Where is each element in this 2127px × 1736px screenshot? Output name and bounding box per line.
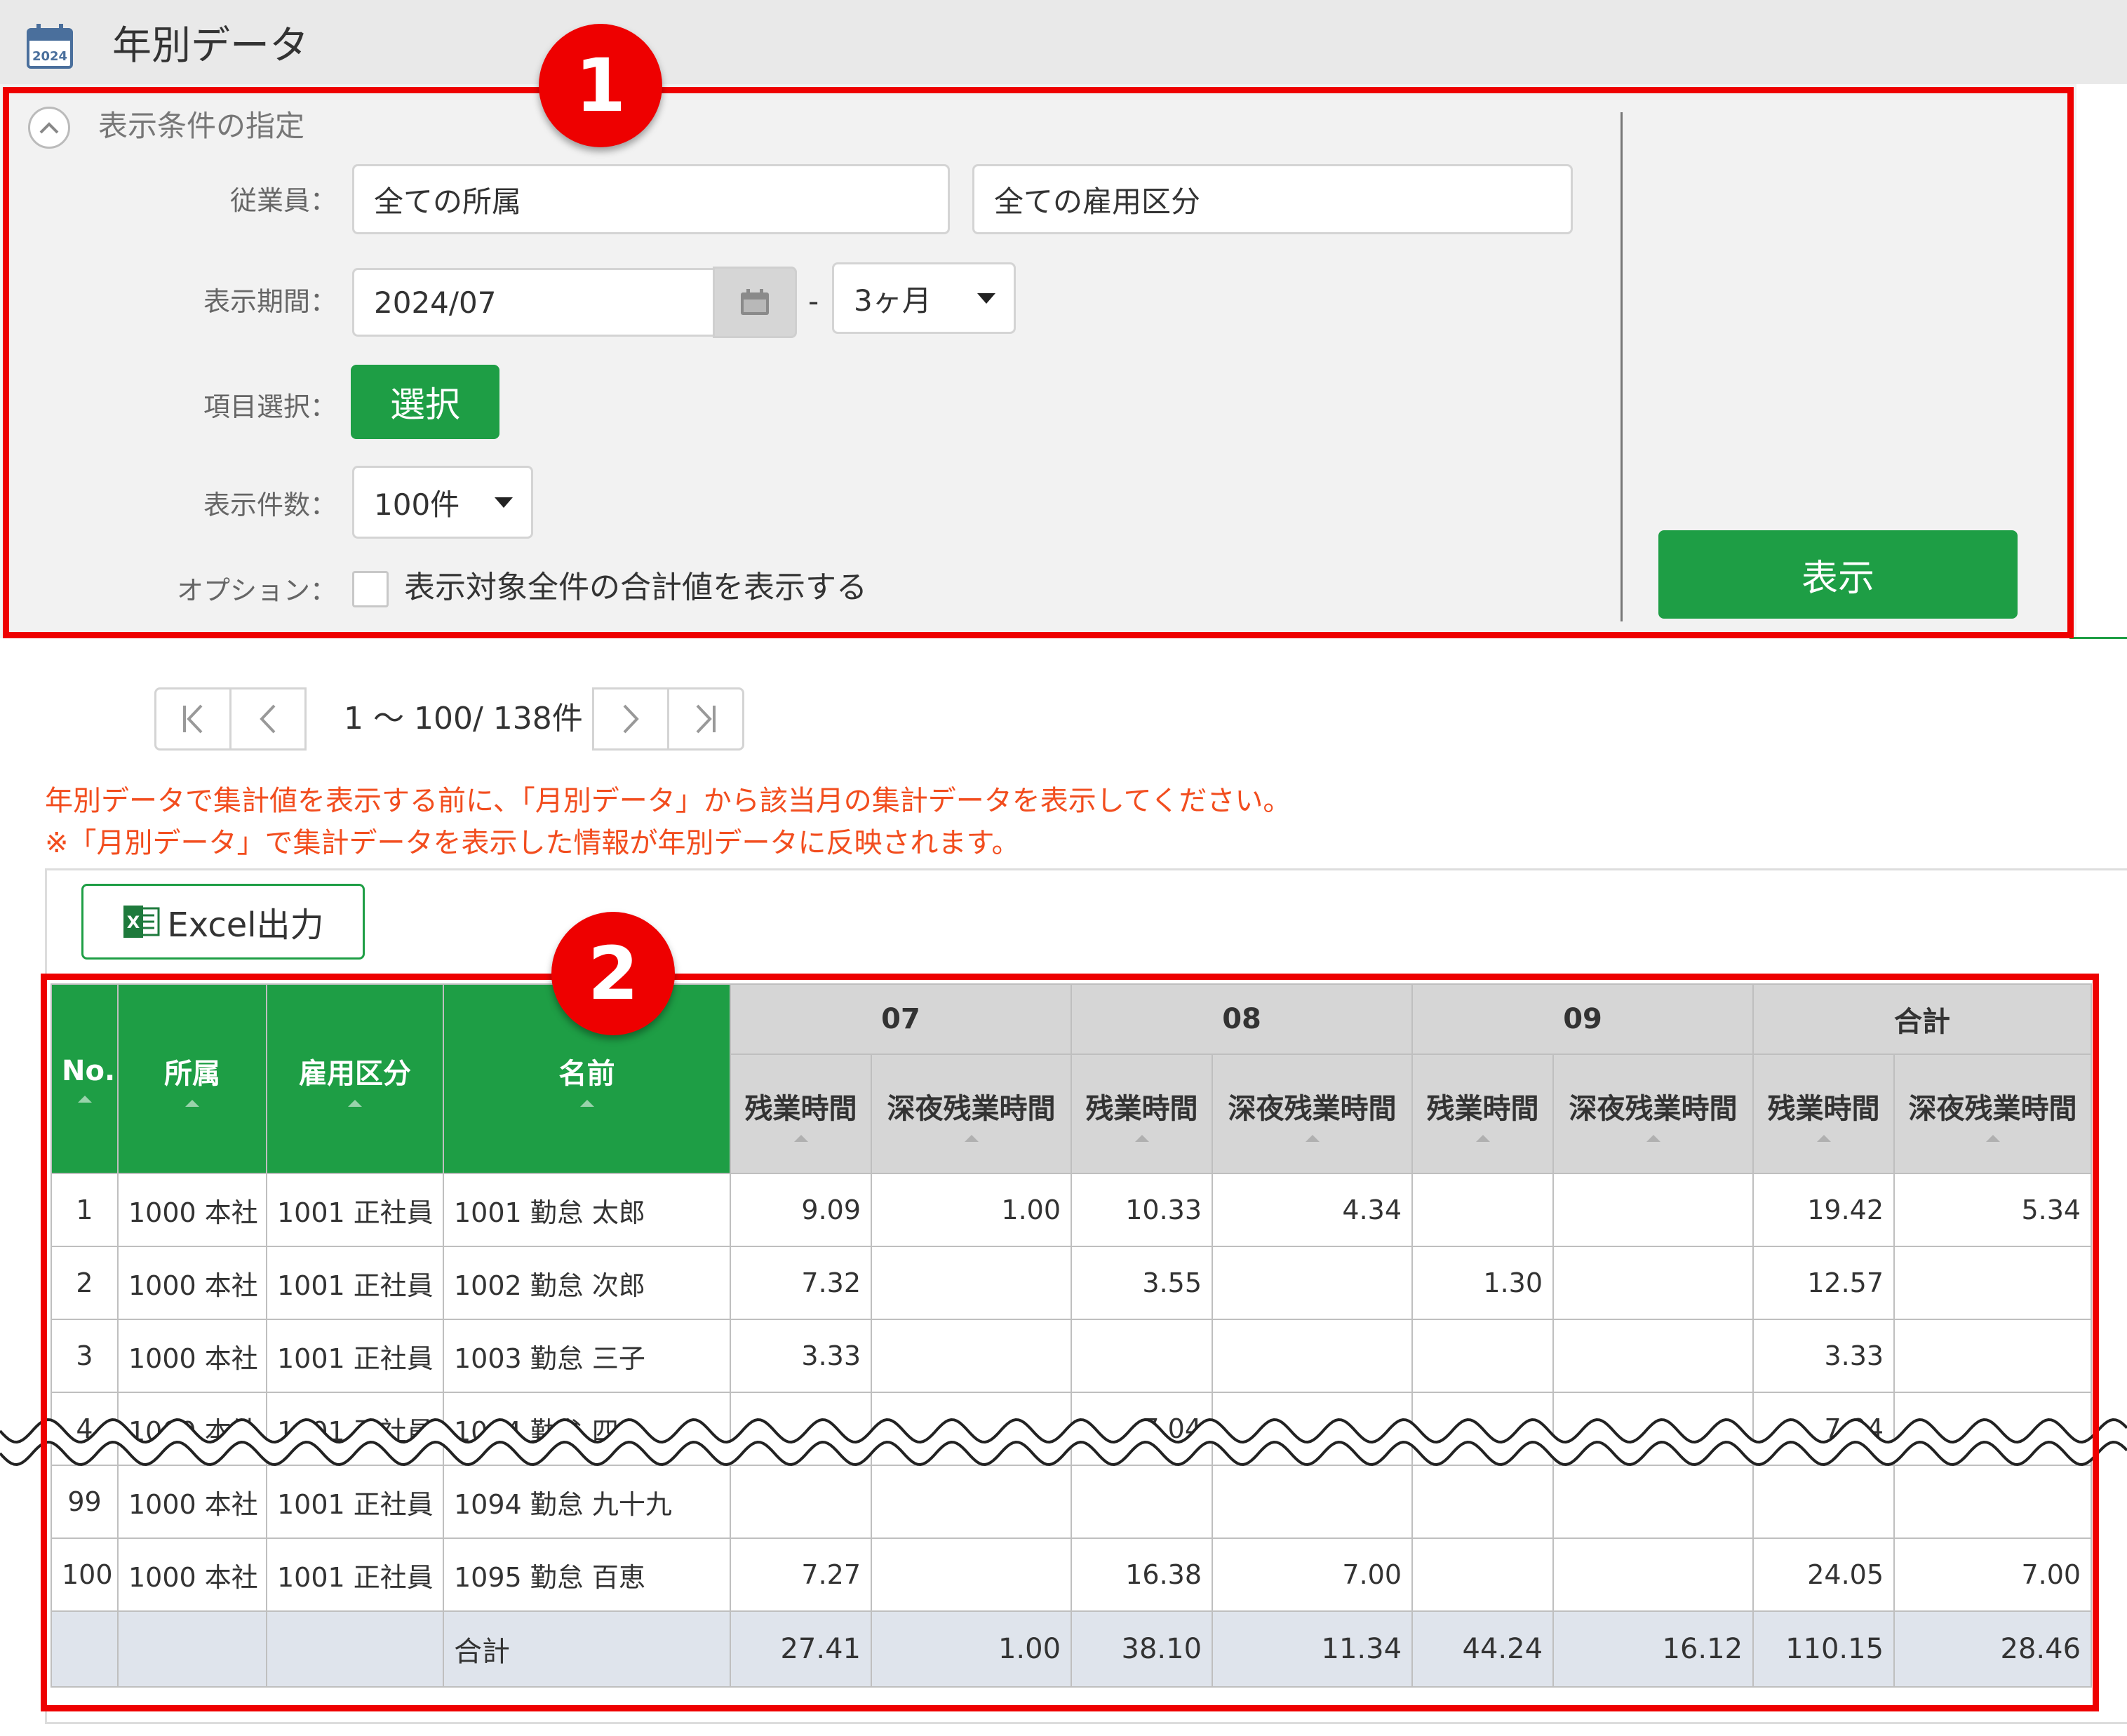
pager-range-text: 1 ～ 100/ 138件 bbox=[344, 701, 583, 736]
excel-export-label: Excel出力 bbox=[167, 906, 324, 945]
annotation-badge-1: 1 bbox=[539, 24, 662, 147]
excel-icon: X bbox=[123, 906, 160, 938]
app-header bbox=[0, 0, 2127, 84]
svg-text:2024: 2024 bbox=[32, 49, 67, 64]
notice-line-1: 年別データで集計値を表示する前に、「月別データ」から該当月の集計データを表示して… bbox=[45, 785, 1291, 817]
chevron-left-icon bbox=[260, 704, 276, 734]
page-title: 年別データ bbox=[112, 23, 309, 69]
annotation-badge-2: 2 bbox=[551, 912, 675, 1035]
pager-last-button[interactable] bbox=[667, 687, 744, 751]
annotation-frame-2 bbox=[41, 974, 2099, 1711]
last-page-icon bbox=[696, 704, 716, 734]
calendar-icon: 2024 bbox=[27, 24, 73, 69]
notice-line-2: ※「月別データ」で集計データを表示した情報が年別データに反映されます。 bbox=[45, 827, 1020, 859]
annotation-frame-1 bbox=[3, 87, 2074, 638]
pager-first-button[interactable] bbox=[154, 687, 232, 751]
panel-edge-line bbox=[2069, 637, 2127, 639]
pager-next-button[interactable] bbox=[592, 687, 669, 751]
chevron-right-icon bbox=[623, 704, 639, 734]
first-page-icon bbox=[183, 704, 203, 734]
pager-prev-button[interactable] bbox=[229, 687, 307, 751]
excel-export-button[interactable]: X Excel出力 bbox=[81, 884, 365, 960]
svg-text:X: X bbox=[127, 913, 140, 932]
